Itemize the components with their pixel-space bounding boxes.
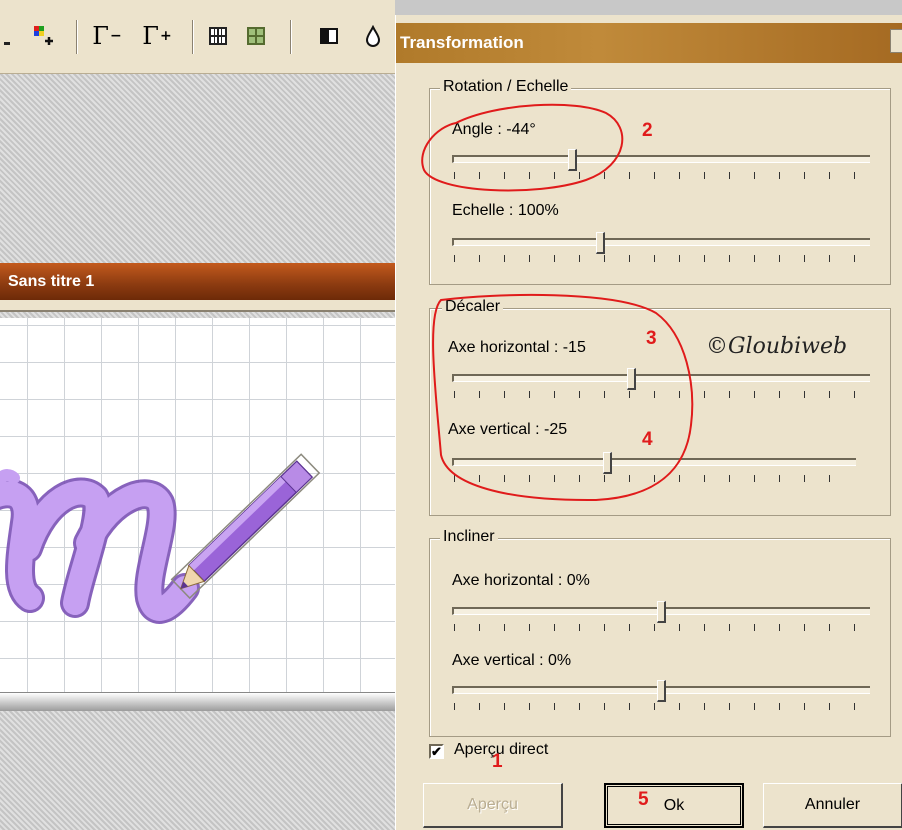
annotation-5: 5	[638, 789, 649, 810]
color-add-icon[interactable]	[28, 22, 60, 50]
drop-icon[interactable]	[360, 22, 386, 50]
workspace: Sans titre 1	[0, 74, 395, 830]
scale-label: Echelle : 100%	[452, 202, 559, 219]
angle-slider[interactable]	[452, 149, 870, 183]
skew-group: Incliner Axe horizontal : 0% Axe vertica…	[429, 528, 891, 737]
skew-horizontal-label: Axe horizontal : 0%	[452, 572, 590, 589]
toolbar-separator	[192, 20, 194, 54]
offset-vertical-label: Axe vertical : -25	[448, 421, 568, 438]
document-title[interactable]: Sans titre 1	[0, 263, 395, 300]
skew-horizontal-slider[interactable]	[452, 601, 870, 635]
preview-button[interactable]: Aperçu	[423, 783, 563, 828]
offset-horizontal-label: Axe horizontal : -15	[448, 339, 586, 356]
slider-thumb[interactable]	[657, 680, 666, 702]
ok-button[interactable]: Ok	[604, 783, 744, 828]
gamma-minus-icon[interactable]: Γ −	[90, 22, 124, 50]
rotation-scale-group: Rotation / Echelle Angle : -44° Echelle …	[429, 78, 891, 285]
annotation-3: 3	[646, 328, 657, 349]
transformation-dialog: Transformation Rotation / Echelle Angle …	[395, 15, 902, 830]
gamma-glyph: Γ	[142, 22, 159, 50]
annotation-4: 4	[642, 429, 653, 450]
skew-vertical-label: Axe vertical : 0%	[452, 652, 572, 669]
gamma-glyph: Γ	[92, 22, 109, 50]
offset-horizontal-slider[interactable]	[452, 368, 870, 402]
ok-label: Ok	[663, 796, 685, 814]
dialog-titlebar[interactable]: Transformation	[396, 23, 902, 63]
dialog-title: Transformation	[400, 33, 524, 52]
annotation-1: 1	[492, 751, 503, 772]
script-m-with-pencil	[0, 453, 321, 624]
document-scrollbar[interactable]	[0, 692, 395, 711]
split-icon[interactable]	[316, 22, 342, 50]
watermark: ©Gloubiweb	[706, 334, 848, 359]
toolbar-separator	[290, 20, 292, 54]
cancel-button[interactable]: Annuler	[763, 783, 902, 828]
slider-thumb[interactable]	[568, 149, 577, 171]
close-icon[interactable]	[890, 29, 902, 53]
grid-green-icon[interactable]	[243, 22, 269, 50]
angle-label: Angle : -44°	[452, 121, 536, 138]
live-preview-checkbox[interactable]: ✔	[429, 744, 444, 759]
gamma-plus-icon[interactable]: Γ +	[140, 22, 174, 50]
document-ruler	[0, 300, 395, 312]
group-label: Incliner	[440, 528, 498, 546]
slider-thumb[interactable]	[596, 232, 605, 254]
group-label: Décaler	[442, 298, 504, 316]
slider-thumb[interactable]	[603, 452, 612, 474]
group-label: Rotation / Echelle	[440, 78, 572, 96]
toolbar-separator	[76, 20, 78, 54]
toolbar: Γ − Γ +	[0, 0, 395, 74]
grid-icon[interactable]	[205, 22, 231, 50]
partial-toolbar-icon[interactable]	[0, 22, 14, 50]
slider-thumb[interactable]	[657, 601, 666, 623]
minus-subscript: −	[109, 28, 122, 44]
offset-vertical-slider[interactable]	[452, 452, 856, 486]
skew-vertical-slider[interactable]	[452, 680, 870, 714]
scale-slider[interactable]	[452, 232, 870, 266]
slider-thumb[interactable]	[627, 368, 636, 390]
plus-subscript: +	[159, 28, 172, 44]
document-canvas[interactable]	[0, 318, 395, 692]
annotation-2: 2	[642, 120, 653, 141]
